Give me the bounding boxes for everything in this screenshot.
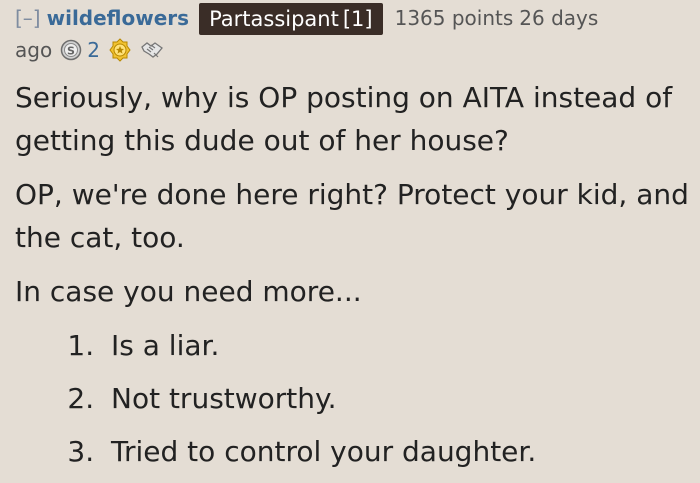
user-flair: Partassipant [1]: [199, 3, 383, 35]
age-part1: 26 days: [519, 6, 599, 30]
comment-paragraph-3: In case you need more...: [15, 275, 362, 308]
comment-body: Seriously, why is OP posting on AITA ins…: [15, 76, 695, 483]
author-link[interactable]: wildeflowers: [47, 2, 189, 34]
gold-award[interactable]: [108, 38, 132, 62]
silver-award[interactable]: S 2: [60, 35, 100, 65]
age-part2: ago: [15, 38, 53, 62]
list-item: Is a liar.: [103, 324, 695, 367]
silver-award-icon: S: [60, 39, 82, 61]
svg-text:S: S: [67, 45, 75, 58]
flair-count: [1]: [342, 7, 373, 31]
comment-header: [–] wildeflowers Partassipant [1] 1365 point…: [15, 2, 695, 35]
score: 1365 points: [394, 6, 514, 30]
reasons-list: Is a liar. Not trustworthy. Tried to con…: [15, 324, 695, 473]
handshake-award-icon: [140, 39, 164, 61]
gold-award-icon: [108, 38, 132, 62]
flair-text: Partassipant: [209, 7, 339, 31]
comment-paragraph-2: OP, we're done here right? Protect your …: [15, 178, 689, 254]
list-item: Not trustworthy.: [103, 377, 695, 420]
comment-paragraph-1: Seriously, why is OP posting on AITA ins…: [15, 81, 673, 157]
comment-header-line-2: ago S 2: [15, 35, 172, 65]
handshake-award[interactable]: [140, 39, 164, 61]
list-item: Tried to control your daughter.: [103, 430, 695, 473]
collapse-toggle[interactable]: [–]: [15, 2, 41, 34]
comment: [–] wildeflowers Partassipant [1] 1365 point…: [0, 0, 700, 474]
silver-award-count: 2: [87, 38, 100, 62]
